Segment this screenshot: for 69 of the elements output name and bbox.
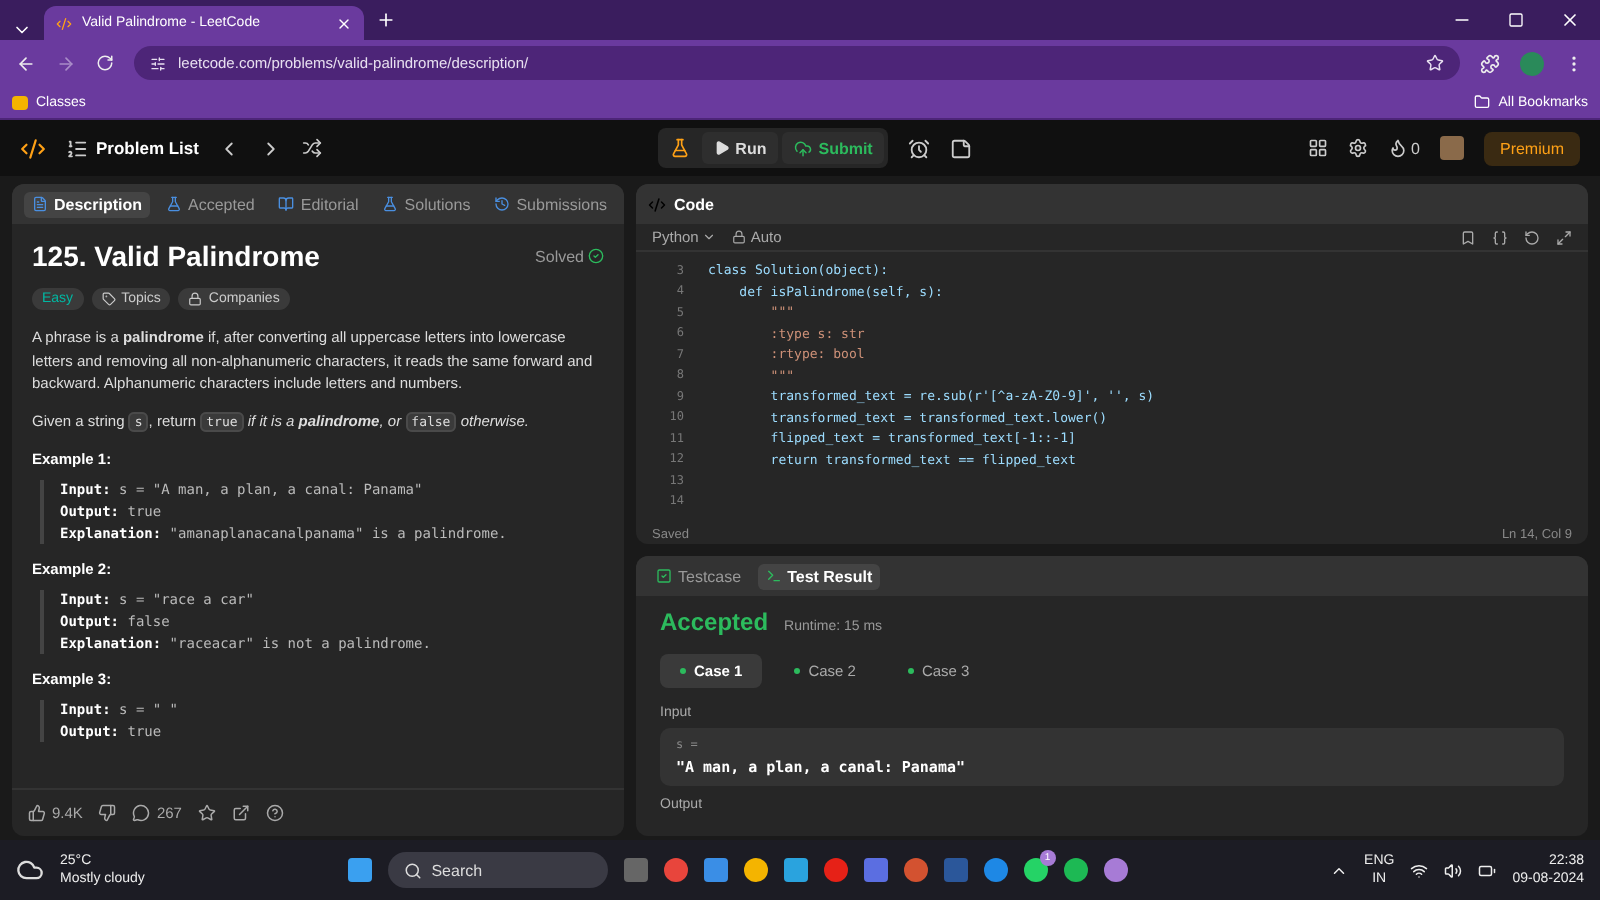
avatar: [1439, 136, 1464, 160]
cloud-upload-icon: [794, 139, 813, 157]
maximize-icon[interactable]: [1508, 12, 1524, 28]
close-icon[interactable]: [336, 15, 352, 31]
tab-icon: [382, 196, 399, 212]
problem-title: 125. Valid Palindrome: [32, 240, 320, 272]
tab-icon: [166, 196, 183, 212]
flame-icon: [1387, 138, 1408, 158]
chevron-down-icon[interactable]: [702, 230, 717, 244]
panel-tab[interactable]: Description: [24, 191, 151, 217]
bookmark-icon[interactable]: [1460, 229, 1476, 245]
site-icon: [56, 15, 72, 31]
panel-tab[interactable]: Submissions: [486, 191, 616, 217]
battery-icon[interactable]: [1478, 861, 1497, 879]
share-icon[interactable]: [231, 804, 250, 822]
thumbs-down-icon[interactable]: [98, 804, 117, 822]
back-icon[interactable]: [16, 53, 36, 73]
comment-icon[interactable]: [132, 804, 151, 822]
tab-icon: [278, 196, 295, 212]
layout-icon[interactable]: [1307, 138, 1328, 158]
settings-icon[interactable]: [1347, 138, 1368, 158]
site-settings-icon: [150, 55, 166, 71]
search-field[interactable]: Search: [387, 852, 608, 888]
new-tab-icon[interactable]: [376, 10, 396, 30]
panel-title: Code: [674, 195, 714, 213]
thumbs-up-icon[interactable]: [28, 804, 46, 822]
terminal-icon: [765, 568, 782, 584]
verdict-text: Accepted: [660, 608, 769, 636]
shuffle-icon[interactable]: [302, 138, 323, 158]
wifi-icon[interactable]: [1410, 861, 1429, 879]
alarm-clock-icon[interactable]: [908, 137, 931, 159]
close-icon[interactable]: [1560, 10, 1580, 30]
panel-tab[interactable]: Accepted: [158, 191, 263, 217]
status-dot: [680, 668, 686, 674]
logo-icon[interactable]: [20, 135, 46, 161]
undo-icon[interactable]: [1524, 229, 1540, 245]
star-icon[interactable]: [197, 804, 216, 822]
code-icon: [648, 195, 666, 213]
weather-icon: [16, 856, 44, 884]
checkbox-icon: [656, 568, 672, 584]
tag-icon: [101, 292, 116, 306]
lock-icon: [188, 292, 203, 306]
bookmark-icon: [12, 95, 28, 109]
braces-icon[interactable]: [1492, 229, 1508, 245]
lock-icon: [732, 230, 747, 244]
premium-button[interactable]: Premium: [1483, 131, 1580, 165]
submit-button[interactable]: Submit: [782, 132, 885, 164]
status-dot: [907, 668, 914, 674]
run-button[interactable]: Run: [701, 132, 779, 164]
help-icon[interactable]: [265, 804, 284, 822]
tab-icon: [494, 196, 511, 212]
status-dot: [794, 668, 801, 674]
panel-tab[interactable]: Testcase: [648, 563, 750, 589]
list-icon: [66, 137, 88, 159]
expand-icon[interactable]: [1556, 229, 1572, 245]
streak-count: 0: [1411, 139, 1420, 157]
panel-tab[interactable]: Editorial: [270, 191, 367, 217]
reload-icon[interactable]: [96, 54, 114, 72]
note-icon[interactable]: [950, 137, 973, 159]
volume-icon[interactable]: [1444, 861, 1463, 879]
forward-icon[interactable]: [56, 53, 76, 73]
panel-tab[interactable]: Test Result: [757, 563, 881, 589]
problem-list-link[interactable]: Problem List: [96, 138, 199, 158]
search-icon: [403, 861, 422, 879]
tab-icon: [32, 196, 48, 212]
extensions-icon[interactable]: [1480, 53, 1500, 73]
panel-tab[interactable]: Solutions: [374, 191, 479, 217]
solved-status: Solved: [535, 247, 584, 265]
check-circle-icon: [588, 248, 604, 264]
